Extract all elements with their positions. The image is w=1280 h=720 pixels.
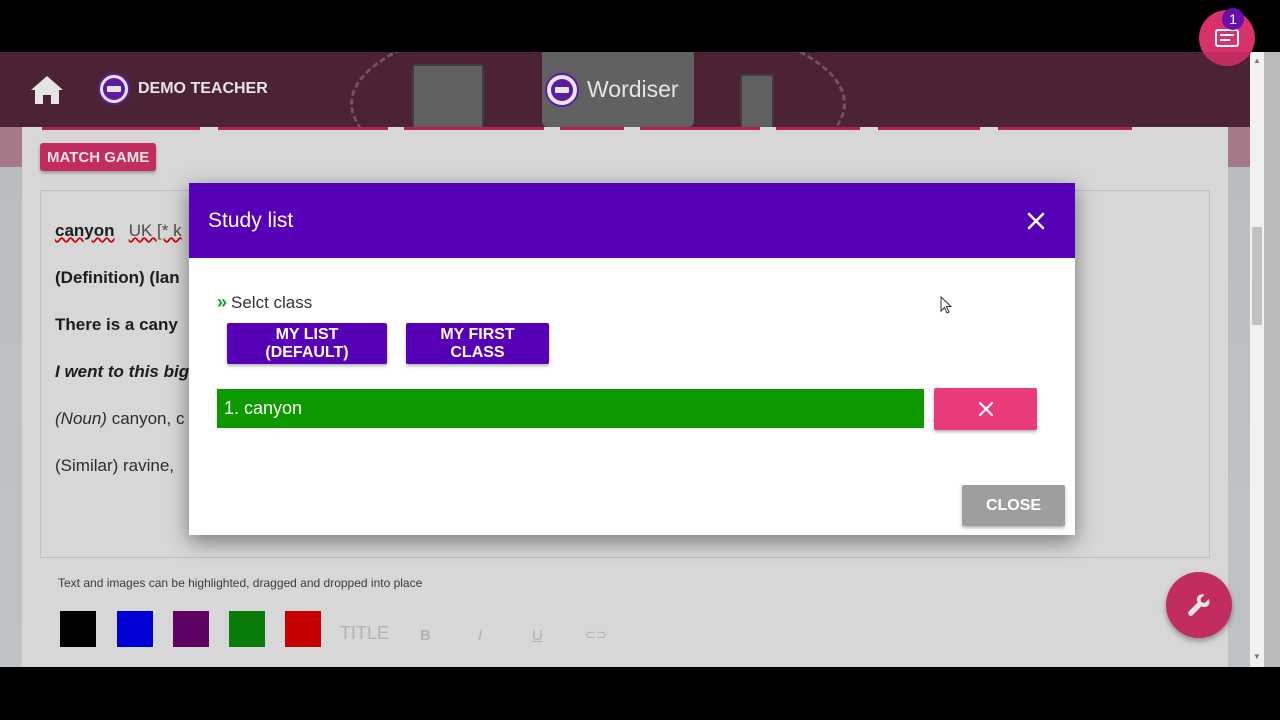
close-icon [978, 401, 993, 417]
my-list-default-button[interactable]: MY LIST (DEFAULT) [227, 323, 387, 364]
notification-count-badge: 1 [1222, 8, 1244, 30]
mouse-cursor-icon [940, 296, 952, 314]
my-first-class-button[interactable]: MY FIRST CLASS [406, 323, 549, 364]
select-class-label: » Selct class [217, 292, 312, 313]
scrollbar-thumb[interactable] [1252, 227, 1262, 325]
study-list-dialog: Study list » Selct class MY LIST (DEFAUL… [189, 183, 1075, 535]
page-scrollbar[interactable]: ▲ ▼ [1250, 52, 1264, 667]
dialog-header: Study list [189, 183, 1075, 258]
study-list-icon [1215, 29, 1239, 47]
scroll-down-icon[interactable]: ▼ [1253, 652, 1261, 661]
select-class-text: Selct class [231, 292, 313, 312]
study-word-item[interactable]: 1. canyon [217, 389, 924, 428]
remove-word-button[interactable] [934, 388, 1037, 430]
double-chevron-right-icon: » [217, 292, 228, 312]
scroll-up-icon[interactable]: ▲ [1253, 56, 1261, 65]
dialog-title: Study list [208, 209, 294, 232]
close-icon[interactable] [1025, 210, 1047, 232]
close-dialog-button[interactable]: CLOSE [962, 485, 1065, 526]
